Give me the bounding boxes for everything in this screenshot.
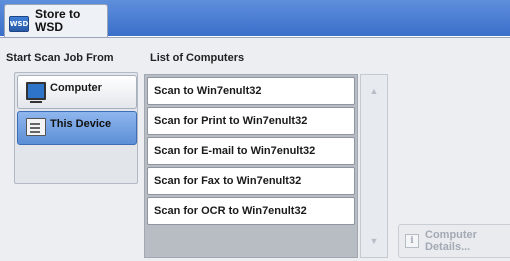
wsd-icon: WSD [9,16,29,32]
scroll-down-button[interactable]: ▼ [361,227,387,255]
list-item[interactable]: Scan for OCR to Win7enult32 [147,197,355,225]
up-arrow-icon: ▲ [369,86,379,96]
computer-details-label: Computer Details... [425,229,477,253]
info-icon: i [405,234,419,248]
device-icon [26,118,46,136]
start-scan-job-from-label: Start Scan Job From [6,52,114,64]
scan-source-panel: Computer This Device [14,72,138,184]
this-device-button-label: This Device [50,118,112,130]
computer-button-label: Computer [50,82,102,94]
list-scrollbar: ▲ ▼ [360,74,388,258]
list-item[interactable]: Scan for Fax to Win7enult32 [147,167,355,195]
this-device-button[interactable]: This Device [17,111,137,145]
screen-title: Store to WSD [35,7,81,34]
computer-details-button[interactable]: i Computer Details... [398,224,510,258]
list-of-computers-label: List of Computers [150,52,245,64]
list-item[interactable]: Scan for E-mail to Win7enult32 [147,137,355,165]
list-item[interactable]: Scan for Print to Win7enult32 [147,107,355,135]
list-item[interactable]: Scan to Win7enult32 [147,77,355,105]
down-arrow-icon: ▼ [369,236,379,246]
main-content: Start Scan Job From List of Computers Co… [0,37,510,261]
computer-list: Scan to Win7enult32 Scan for Print to Wi… [144,74,358,258]
scroll-up-button[interactable]: ▲ [361,77,387,105]
computer-button[interactable]: Computer [17,75,137,109]
monitor-icon [26,82,46,103]
screen-title-tab: WSD Store to WSD [4,4,108,37]
